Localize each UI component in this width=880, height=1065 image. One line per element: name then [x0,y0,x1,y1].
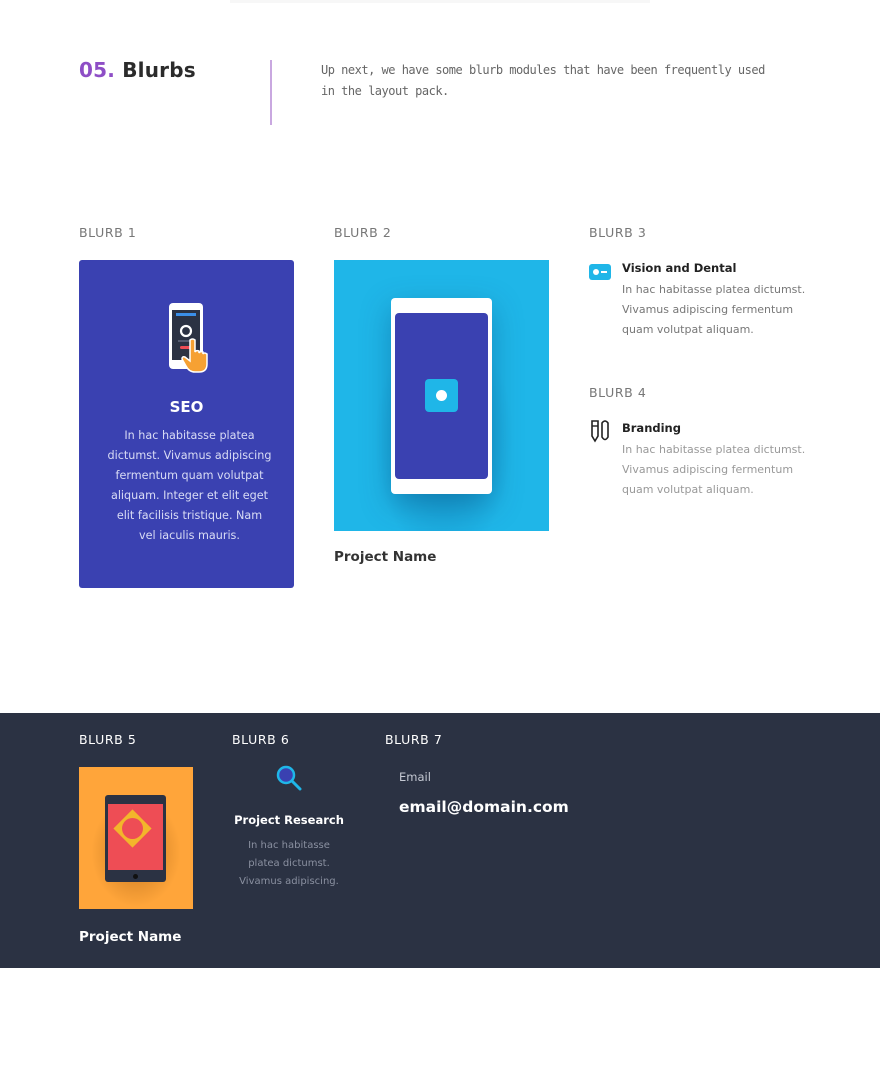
blurb-6-label: BLURB 6 [232,732,290,747]
phone-illustration [391,298,492,494]
blurb-5-caption[interactable]: Project Name [79,929,181,945]
email-label: Email [399,770,431,784]
section-title: 05. Blurbs [79,58,196,82]
section-title-text: Blurbs [122,58,196,82]
phone-screen [395,313,488,479]
blurb-3-body: In hac habitasse platea dictumst. Vivamu… [622,283,806,336]
blurb-5-label: BLURB 5 [79,732,137,747]
blurb-1-label: BLURB 1 [79,225,137,240]
circle-shape [122,818,143,839]
blurb-2-caption[interactable]: Project Name [334,549,436,565]
blurb-4-label: BLURB 4 [589,385,647,400]
section-number: 05. [79,58,116,82]
blurb-6-title: Project Research [234,813,344,827]
blurb-6-body: In hac habitasse platea dictumst. Vivamu… [239,840,339,887]
blurb-1-card[interactable]: SEO In hac habitasse platea dictumst. Vi… [79,260,294,588]
blurb-3-title: Vision and Dental [622,261,737,275]
top-divider [230,0,650,3]
blurb-1-title: SEO [169,398,204,416]
record-button-icon [425,379,458,412]
tablet-illustration [105,795,166,882]
blurb-3-label: BLURB 3 [589,225,647,240]
blurb-5-image[interactable] [79,767,193,909]
dark-section: BLURB 5 BLURB 6 BLURB 7 Project Name Pro… [0,713,880,968]
vertical-divider [270,60,272,125]
blurb-2-image[interactable] [334,260,549,531]
magnifier-icon [276,765,302,791]
blurb-1-body: In hac habitasse platea dictumst. Vivamu… [107,429,272,542]
email-link[interactable]: email@domain.com [399,798,569,816]
pens-icon [591,420,609,443]
blurb-4-title: Branding [622,421,681,435]
blurb-7-label: BLURB 7 [385,732,443,747]
home-button [133,874,138,879]
blurb-4-body: In hac habitasse platea dictumst. Vivamu… [622,443,806,496]
toggle-card-icon [589,264,611,280]
section-description: Up next, we have some blurb modules that… [321,63,765,98]
blurb-2-label: BLURB 2 [334,225,392,240]
phone-tap-icon [169,303,208,373]
